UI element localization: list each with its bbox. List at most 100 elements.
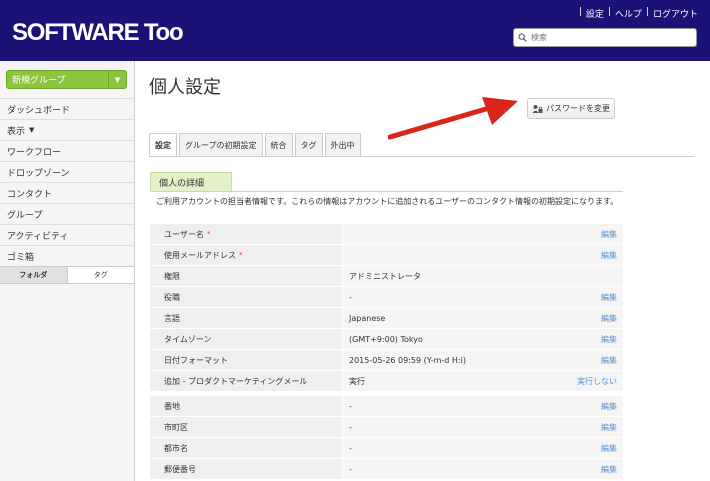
edit-link[interactable]: 編集	[601, 464, 617, 475]
row-value-text: 実行	[349, 376, 365, 386]
details-table: ユーザー名 * 編集 使用メールアドレス * 編集 権限 アドミニストレータ 役職 …	[150, 224, 623, 480]
row-label: 日付フォーマット	[150, 350, 342, 370]
row-value-text: -	[349, 401, 352, 411]
edit-link[interactable]: 編集	[601, 250, 617, 261]
table-row: 権限 アドミニストレータ	[150, 266, 623, 287]
separator: |	[607, 7, 611, 17]
row-value-text: Japanese	[349, 313, 386, 323]
sidebar-item-label: グループ	[7, 210, 43, 221]
edit-link[interactable]: 編集	[601, 422, 617, 433]
row-label: 都市名	[150, 438, 342, 458]
edit-link[interactable]: 編集	[601, 443, 617, 454]
row-value: Japanese 編集	[343, 308, 623, 328]
row-value-text: 2015-05-26 09:59 (Y-m-d H:i)	[349, 355, 466, 365]
sidebar-item-dropzone[interactable]: ドロップゾーン	[0, 161, 134, 182]
row-value-text: -	[349, 422, 352, 432]
row-label: 権限	[150, 266, 342, 286]
table-row: 市町区 - 編集	[150, 417, 623, 438]
required-marker: *	[239, 251, 243, 259]
sidebar-item-label: ダッシュボード	[7, 105, 71, 116]
table-row: 都市名 - 編集	[150, 438, 623, 459]
sidebar-item-dashboard[interactable]: ダッシュボード	[0, 98, 134, 119]
page-title: 個人設定	[149, 77, 221, 98]
sidebar-item-label: ワークフロー	[7, 147, 62, 158]
sidebar-nav: ダッシュボード 表示 ▼ ワークフロー ドロップゾーン コンタクト グループ アク…	[0, 98, 134, 266]
settings-link[interactable]: 設定	[586, 7, 604, 20]
new-group-button[interactable]: 新規グループ ▼	[6, 70, 127, 89]
row-label: 言語	[150, 308, 342, 328]
change-password-button[interactable]: パスワードを変更	[527, 98, 615, 119]
separator: |	[578, 7, 582, 17]
required-marker: *	[206, 230, 211, 238]
search-icon	[518, 33, 527, 42]
sidebar-item-activity[interactable]: アクティビティ	[0, 224, 134, 245]
row-label: 追加 - プロダクトマーケティングメール	[150, 371, 342, 391]
edit-link[interactable]: 編集	[601, 355, 617, 366]
edit-link[interactable]: 編集	[601, 313, 617, 324]
table-row: 役職 - 編集	[150, 287, 623, 308]
table-row: 追加 - プロダクトマーケティングメール 実行 実行しない	[150, 371, 623, 392]
sidebar-item-groups[interactable]: グループ	[0, 203, 134, 224]
row-value-text: -	[349, 464, 352, 474]
tab-integrations[interactable]: 統合	[264, 133, 293, 156]
tab-settings[interactable]: 設定	[149, 133, 177, 156]
separator: |	[645, 7, 649, 17]
tab-tags[interactable]: タグ	[294, 133, 323, 156]
table-row: 使用メールアドレス * 編集	[150, 245, 623, 266]
row-label-text: 使用メールアドレス	[164, 250, 236, 260]
row-label-text: ユーザー名	[164, 229, 204, 239]
search-box[interactable]	[513, 28, 697, 47]
opt-out-link[interactable]: 実行しない	[577, 376, 617, 387]
sidebar-item-workflow[interactable]: ワークフロー	[0, 140, 134, 161]
row-value: アドミニストレータ	[343, 266, 623, 286]
sidebar-item-view[interactable]: 表示 ▼	[0, 119, 134, 140]
row-label: 番地	[150, 396, 342, 416]
edit-link[interactable]: 編集	[601, 292, 617, 303]
row-value-text: -	[349, 292, 352, 302]
row-value: 編集	[343, 224, 623, 244]
sidebar-tabs: フォルダ タグ	[0, 266, 134, 284]
logout-link[interactable]: ログアウト	[653, 7, 698, 20]
sidebar-item-trash[interactable]: ゴミ箱	[0, 245, 134, 266]
sidebar-item-label: アクティビティ	[7, 231, 69, 242]
edit-link[interactable]: 編集	[601, 401, 617, 412]
row-value: 編集	[343, 245, 623, 265]
search-input[interactable]	[531, 33, 691, 42]
change-password-label: パスワードを変更	[546, 104, 610, 113]
top-links: | 設定 | ヘルプ | ログアウト	[579, 7, 698, 20]
row-label: 郵便番号	[150, 459, 342, 479]
row-value-text: アドミニストレータ	[349, 271, 421, 281]
sidebar-item-label: ゴミ箱	[7, 252, 35, 263]
row-label: ユーザー名 *	[150, 224, 342, 244]
red-arrow-annotation	[388, 97, 518, 140]
row-value: - 編集	[343, 417, 623, 437]
section-description: ご利用アカウントの担当者情報です。これらの情報はアカウントに追加されるユーザーの…	[156, 197, 619, 206]
row-value: - 編集	[343, 396, 623, 416]
row-label: タイムゾーン	[150, 329, 342, 349]
row-value: - 編集	[343, 287, 623, 307]
edit-link[interactable]: 編集	[601, 229, 617, 240]
table-row: 番地 - 編集	[150, 396, 623, 417]
table-row: 日付フォーマット 2015-05-26 09:59 (Y-m-d H:i) 編集	[150, 350, 623, 371]
tab-tags[interactable]: タグ	[66, 267, 134, 283]
app-header: SOFTWARE Too | 設定 | ヘルプ | ログアウト	[0, 0, 710, 61]
edit-link[interactable]: 編集	[601, 334, 617, 345]
caret-down-icon: ▼	[29, 126, 35, 134]
tab-out-of-office[interactable]: 外出中	[324, 133, 361, 156]
sidebar-item-contacts[interactable]: コンタクト	[0, 182, 134, 203]
tab-group-defaults[interactable]: グループの初期設定	[179, 133, 263, 156]
help-link[interactable]: ヘルプ	[615, 7, 642, 20]
tab-divider	[149, 156, 694, 157]
app-logo[interactable]: SOFTWARE Too	[12, 19, 184, 47]
chevron-down-icon[interactable]: ▼	[108, 71, 126, 88]
new-group-label: 新規グループ	[12, 76, 66, 86]
tab-folders[interactable]: フォルダ	[0, 267, 67, 283]
row-value: - 編集	[343, 459, 623, 479]
row-value-text: -	[349, 443, 352, 453]
sidebar-item-label: ドロップゾーン	[7, 168, 70, 179]
sidebar-item-label: コンタクト	[7, 189, 53, 200]
row-value-text: (GMT+9:00) Tokyo	[349, 334, 423, 344]
row-value: 実行 実行しない	[343, 371, 623, 391]
row-label: 市町区	[150, 417, 342, 437]
row-value: 2015-05-26 09:59 (Y-m-d H:i) 編集	[343, 350, 623, 370]
